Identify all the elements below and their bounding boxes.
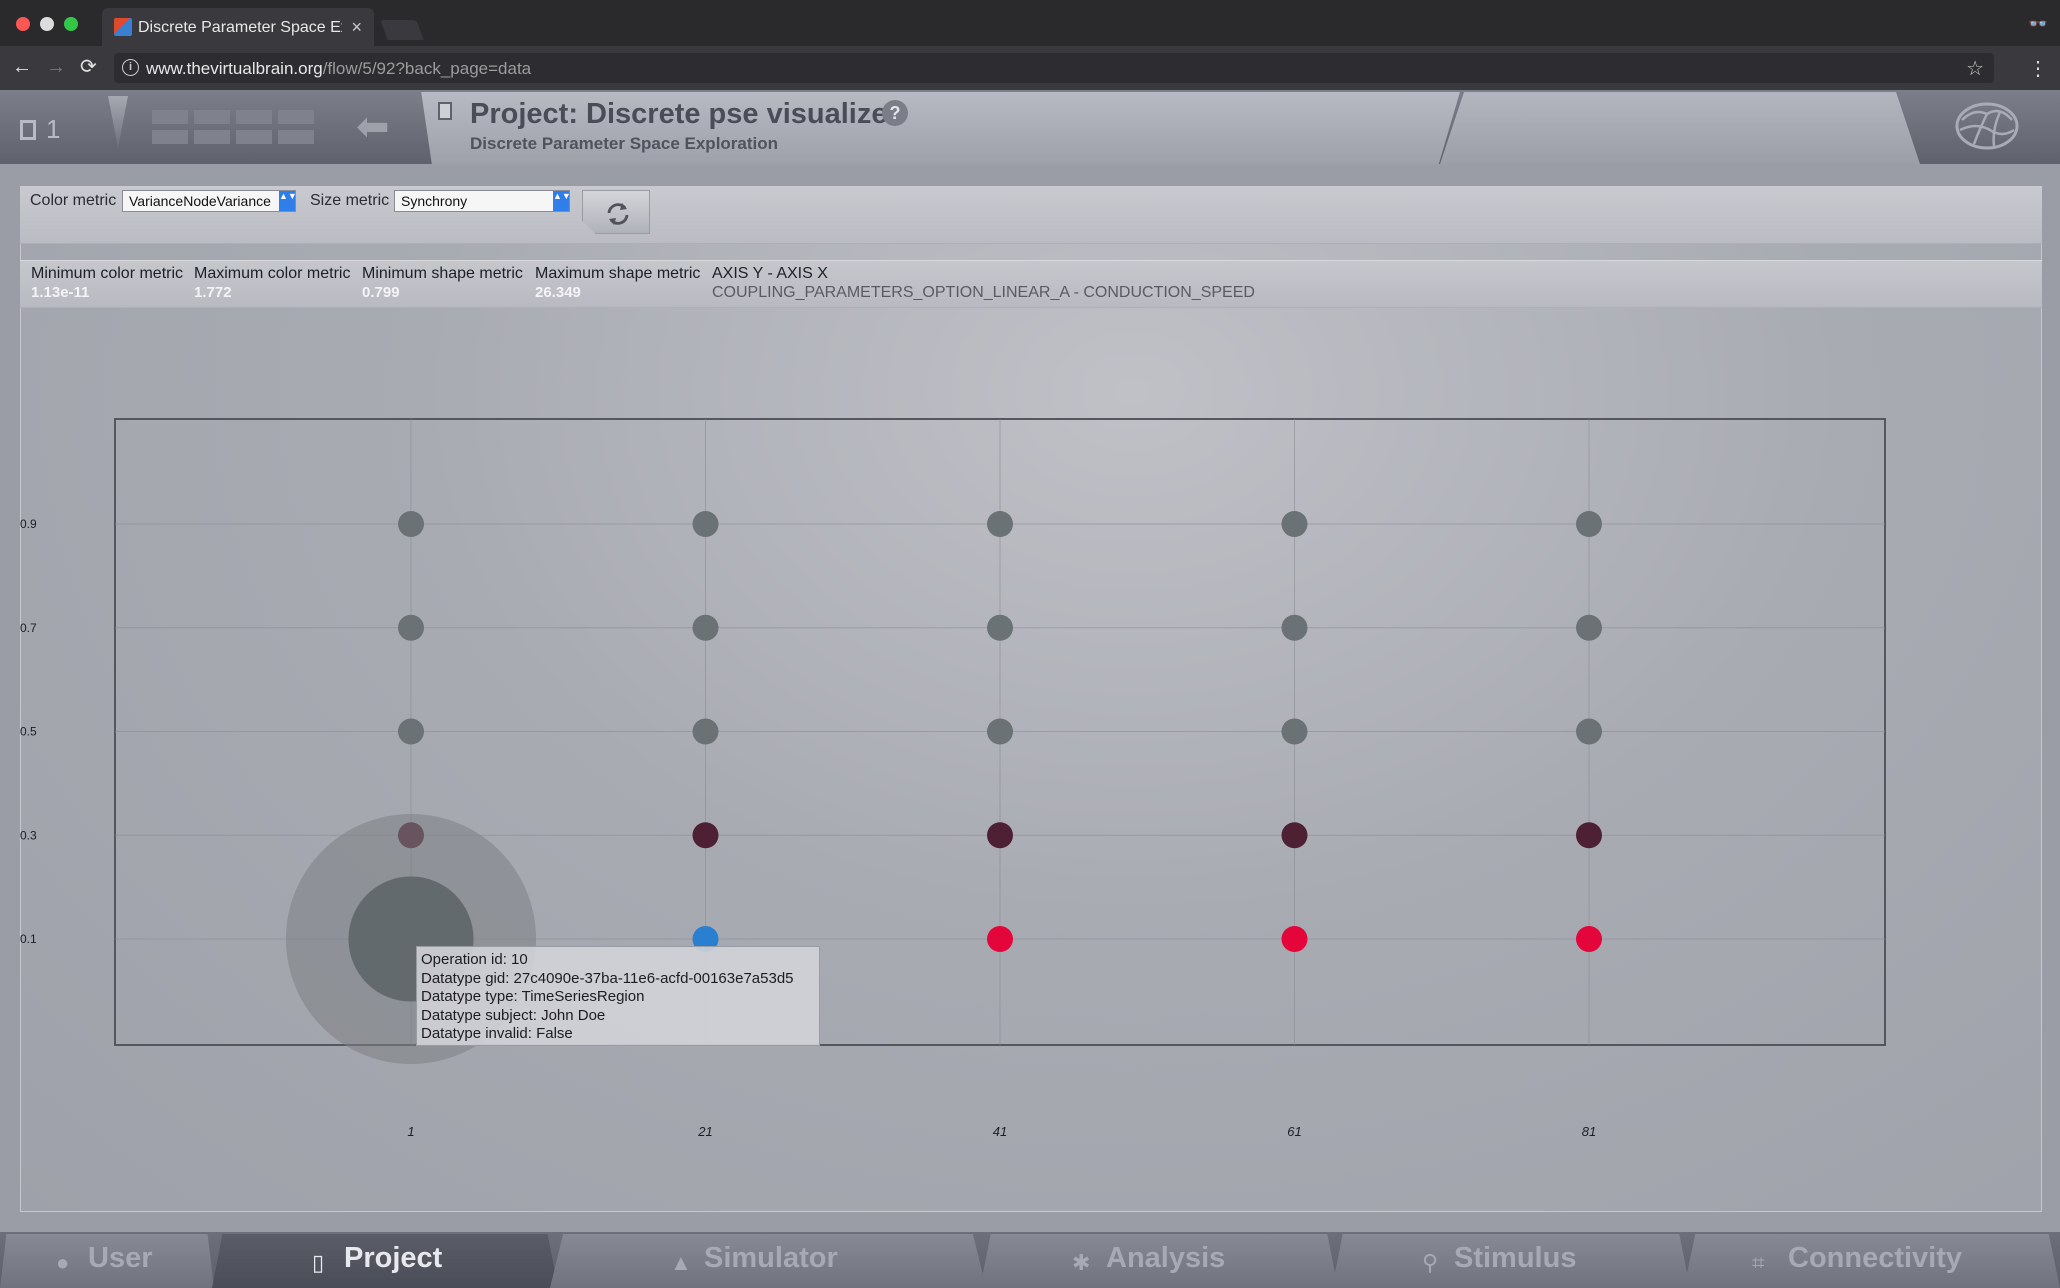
data-point [1281,822,1308,849]
data-point [987,926,1013,952]
data-point [1576,926,1602,952]
nav-label-connectivity: Connectivity [1788,1242,1963,1274]
data-point [1576,511,1602,537]
x-tick-label: 21 [697,1124,712,1139]
data-point [987,511,1013,537]
y-axis-ticks: 0.9 0.7 0.5 0.3 0.1 [20,517,37,946]
data-point [1576,718,1602,745]
y-tick-label: 0.7 [20,621,37,635]
nav-label-simulator: Simulator [704,1242,838,1274]
pse-scatter-chart: 0.9 0.7 0.5 0.3 0.1 1 21 41 61 81 [20,418,1886,1139]
data-point [398,614,424,641]
data-point [692,511,719,537]
data-point [1281,718,1308,745]
user-icon: ● [56,1250,70,1275]
data-point [398,718,424,745]
nav-label-project: Project [344,1242,443,1274]
data-point [692,614,719,641]
data-point [987,822,1013,849]
data-point [1576,614,1602,641]
y-tick-label: 0.5 [20,725,37,739]
stimulus-icon: ⚲ [1422,1250,1439,1275]
x-tick-label: 41 [993,1124,1007,1139]
x-tick-label: 1 [407,1124,414,1139]
data-point [1576,822,1602,849]
data-point [987,614,1013,641]
x-tick-label: 61 [1287,1124,1301,1139]
y-tick-label: 0.9 [20,517,37,531]
nav-label-user: User [88,1242,153,1274]
tooltip-datatype-subject: Datatype subject: John Doe [421,1006,606,1024]
data-point [987,718,1013,745]
tooltip-datatype-gid: Datatype gid: 27c4090e-37ba-11e6-acfd-00… [421,969,794,987]
data-point [692,718,719,745]
y-tick-label: 0.3 [20,828,37,842]
data-point [398,511,424,537]
simulator-icon: ▲ [670,1250,692,1275]
datapoint-tooltip: Operation id: 10 Datatype gid: 27c4090e-… [416,946,820,1046]
x-axis-ticks: 1 21 41 61 81 [407,1124,1596,1139]
data-point [692,822,719,849]
connectivity-icon: ⌗ [1752,1250,1765,1275]
nav-label-stimulus: Stimulus [1454,1242,1577,1274]
x-tick-label: 81 [1582,1124,1596,1139]
project-icon: ▯ [312,1250,325,1275]
nav-label-analysis: Analysis [1106,1242,1226,1274]
analysis-icon: ✱ [1072,1250,1091,1275]
data-point [1281,614,1308,641]
tooltip-operation-id: Operation id: 10 [421,951,528,968]
data-point [1281,926,1308,952]
tooltip-datatype-type: Datatype type: TimeSeriesRegion [421,988,645,1005]
tooltip-datatype-invalid: Datatype invalid: False [421,1025,573,1042]
data-point [1281,511,1308,537]
y-tick-label: 0.1 [20,932,37,946]
